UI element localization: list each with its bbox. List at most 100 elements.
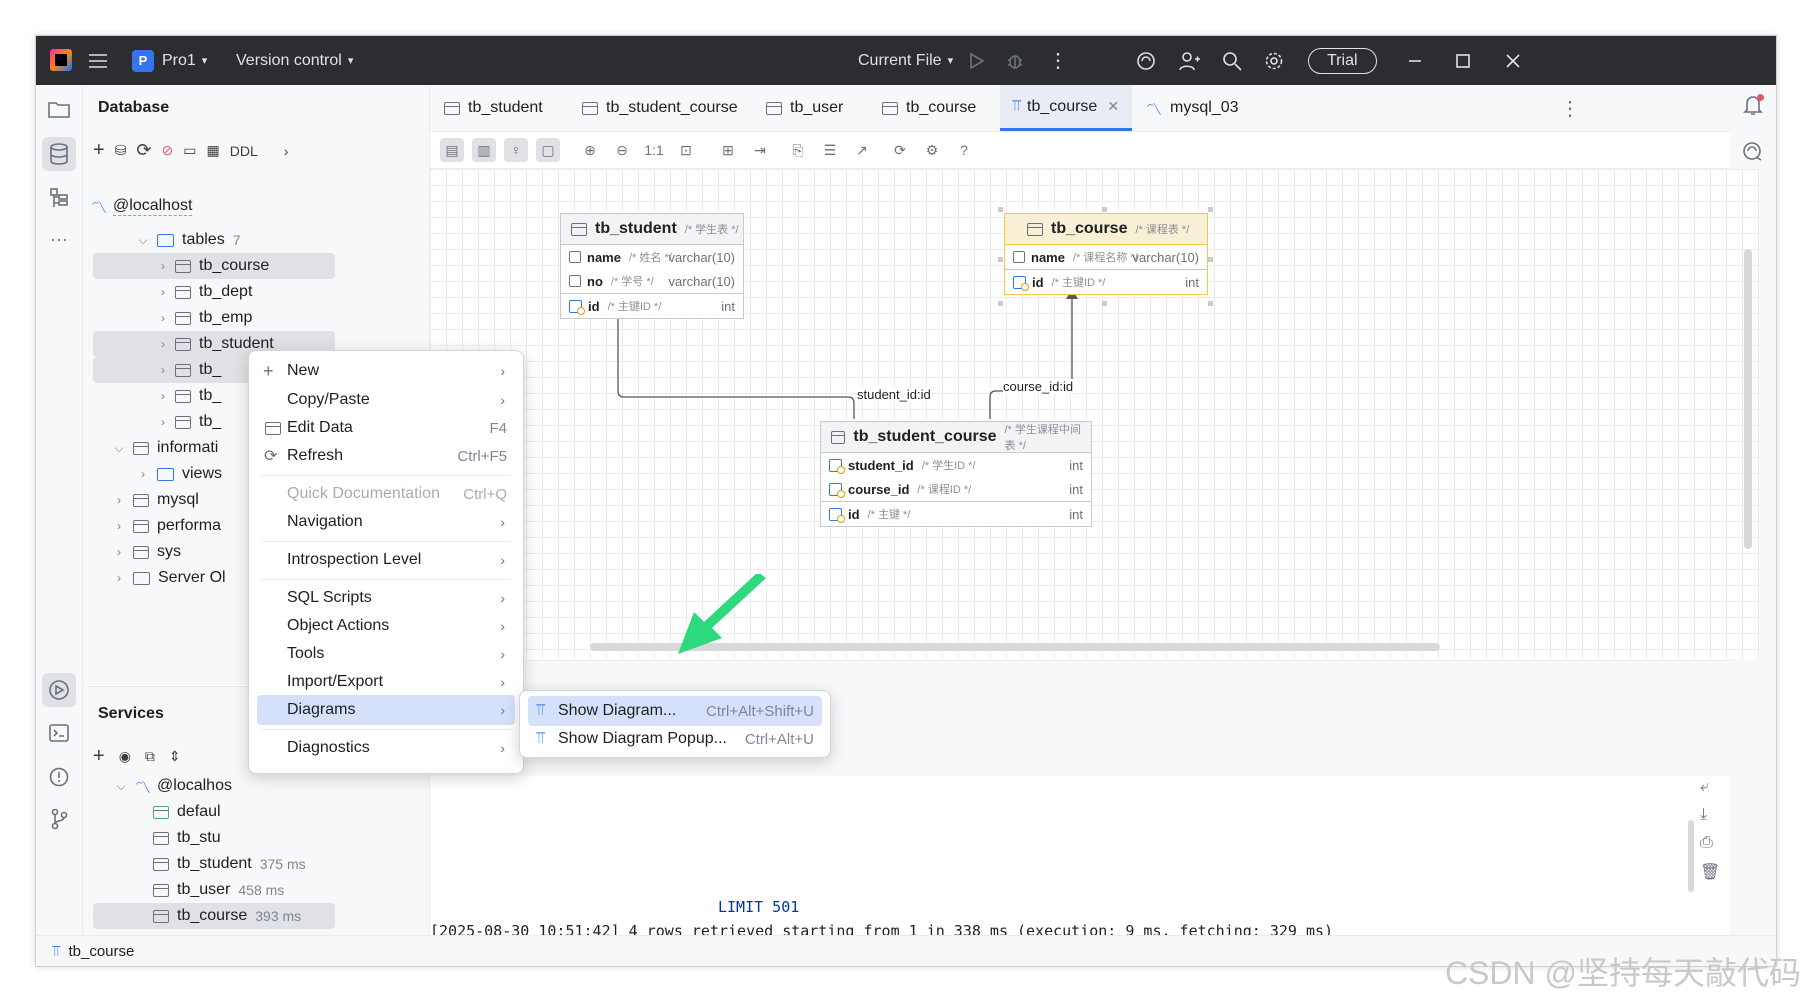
- debug-icon[interactable]: [1006, 36, 1024, 85]
- services-host[interactable]: ⌵ 〽 @localhos: [113, 773, 232, 799]
- tab-tb-student[interactable]: tb_student: [444, 85, 543, 131]
- minimize-icon[interactable]: [1408, 36, 1422, 85]
- problems-icon[interactable]: [45, 763, 73, 791]
- menu-item-edit-data[interactable]: Edit Data F4: [257, 413, 515, 443]
- run-config-selector[interactable]: Current File ▾: [858, 36, 953, 85]
- new-tab-icon[interactable]: ⧉: [145, 748, 155, 765]
- route-edges-icon[interactable]: ⇥: [748, 138, 772, 162]
- close-window-icon[interactable]: [1506, 36, 1520, 85]
- resize-handle[interactable]: [1208, 301, 1213, 306]
- services-icon[interactable]: [42, 673, 76, 707]
- soft-wrap-icon[interactable]: ⤶: [1700, 778, 1709, 796]
- tree-table-item[interactable]: › tb_dept: [93, 279, 252, 305]
- ai-assistant-icon[interactable]: [1136, 36, 1156, 85]
- table-view-icon[interactable]: ▦: [206, 142, 219, 159]
- menu-item-refresh[interactable]: ⟳ Refresh Ctrl+F5: [257, 441, 515, 471]
- database-icon[interactable]: [42, 137, 76, 171]
- settings-gear-icon[interactable]: [1264, 36, 1284, 85]
- resize-handle[interactable]: [998, 207, 1003, 212]
- zoom-out-icon[interactable]: ⊖: [610, 138, 634, 162]
- project-folder-icon[interactable]: [45, 95, 73, 123]
- tree-table-item[interactable]: › tb_course: [93, 253, 335, 279]
- menu-item-show-diagram-popup[interactable]: ⫪ Show Diagram Popup... Ctrl+Alt+U: [528, 724, 822, 754]
- services-session[interactable]: tb_user 458 ms: [153, 877, 284, 903]
- tree-schema-information[interactable]: ⌵ informati: [111, 435, 218, 461]
- tab-tb-user[interactable]: tb_user: [766, 85, 843, 131]
- jump-to-console-icon[interactable]: ▭: [183, 142, 196, 159]
- data-source-properties-icon[interactable]: ⛁: [115, 142, 127, 159]
- trial-button[interactable]: Trial: [1308, 36, 1377, 85]
- tab-tb-course-diagram[interactable]: ⫪ tb_course ✕: [1000, 85, 1132, 131]
- tree-server-objects[interactable]: › Server Ol: [111, 565, 226, 591]
- layout-icon[interactable]: ▤: [440, 138, 464, 162]
- add-icon[interactable]: +: [93, 139, 105, 162]
- menu-item-tools[interactable]: Tools ›: [257, 639, 515, 669]
- tree-schema-mysql[interactable]: › mysql: [111, 487, 199, 513]
- menu-item-new[interactable]: + New ›: [257, 356, 515, 386]
- refresh-icon[interactable]: ⟳: [136, 140, 151, 161]
- search-icon[interactable]: [1222, 36, 1242, 85]
- settings-icon[interactable]: ⚙: [920, 138, 944, 162]
- tab-mysql-03[interactable]: 〽 mysql_03: [1146, 85, 1239, 131]
- vertical-scrollbar[interactable]: [1744, 249, 1752, 549]
- structure-icon[interactable]: [45, 183, 73, 211]
- menu-item-diagrams[interactable]: Diagrams ›: [257, 695, 515, 725]
- tree-views-folder[interactable]: › views: [135, 461, 222, 487]
- diagram-canvas[interactable]: student_id:id course_id:id tb_student /* …: [430, 169, 1760, 659]
- refresh-icon[interactable]: ⟳: [888, 138, 912, 162]
- resize-handle[interactable]: [1102, 207, 1107, 212]
- zoom-in-icon[interactable]: ⊕: [578, 138, 602, 162]
- close-tab-icon[interactable]: ✕: [1107, 98, 1119, 115]
- main-menu-icon[interactable]: [88, 36, 108, 85]
- expand-collapse-icon[interactable]: ⇕: [169, 748, 181, 765]
- ddl-button[interactable]: DDL: [230, 143, 258, 159]
- menu-item-object-actions[interactable]: Object Actions ›: [257, 611, 515, 641]
- services-session[interactable]: tb_student 375 ms: [153, 851, 306, 877]
- tab-tb-student-course[interactable]: tb_student_course: [582, 85, 738, 131]
- entity-tb-student[interactable]: tb_student/* 学生表 */ name/* 姓名 */varchar(…: [560, 213, 744, 319]
- maximize-icon[interactable]: [1456, 36, 1470, 85]
- stop-icon[interactable]: ⊘: [162, 142, 174, 159]
- menu-item-show-diagram[interactable]: ⫪ Show Diagram... Ctrl+Alt+Shift+U: [528, 696, 822, 726]
- terminal-icon[interactable]: [45, 719, 73, 747]
- resize-handle[interactable]: [1208, 257, 1213, 262]
- git-icon[interactable]: [45, 805, 73, 833]
- export-icon[interactable]: ↗: [850, 138, 874, 162]
- menu-item-copy-paste[interactable]: Copy/Paste ›: [257, 385, 515, 415]
- project-widget[interactable]: P Pro1 ▾: [132, 36, 207, 85]
- tree-table-item[interactable]: › tb_: [93, 409, 221, 435]
- services-session[interactable]: tb_stu: [153, 825, 221, 851]
- add-icon[interactable]: +: [93, 745, 105, 768]
- more-actions-icon[interactable]: ⋮: [1048, 36, 1068, 85]
- help-button[interactable]: ?: [952, 138, 976, 162]
- run-icon[interactable]: [969, 36, 985, 85]
- tree-schema-sys[interactable]: › sys: [111, 539, 181, 565]
- services-session[interactable]: defaul: [153, 799, 221, 825]
- tree-host[interactable]: 〽 @localhost: [91, 193, 193, 219]
- actual-size-button[interactable]: 1:1: [642, 138, 666, 162]
- services-session[interactable]: tb_course 393 ms: [93, 903, 335, 929]
- comment-toggle-icon[interactable]: ▢: [536, 138, 560, 162]
- vcs-widget[interactable]: Version control ▾: [236, 36, 353, 85]
- add-user-icon[interactable]: [1178, 36, 1200, 85]
- tree-tables-folder[interactable]: ⌵ tables 7: [135, 227, 240, 253]
- columns-icon[interactable]: ▥: [472, 138, 496, 162]
- menu-item-diagnostics[interactable]: Diagnostics ›: [257, 733, 515, 763]
- notifications-bell-icon[interactable]: [1739, 91, 1767, 119]
- menu-item-sql-scripts[interactable]: SQL Scripts ›: [257, 583, 515, 613]
- copy-diagram-icon[interactable]: ⎘: [786, 138, 810, 162]
- status-breadcrumb[interactable]: tb_course: [68, 943, 134, 960]
- resize-handle[interactable]: [1102, 301, 1107, 306]
- eye-icon[interactable]: ◉: [119, 748, 131, 765]
- apply-layout-icon[interactable]: ⊞: [716, 138, 740, 162]
- console-scrollbar[interactable]: [1688, 820, 1694, 892]
- tree-schema-performance[interactable]: › performa: [111, 513, 221, 539]
- menu-item-quick-documentation[interactable]: Quick Documentation Ctrl+Q: [257, 479, 515, 509]
- tab-tb-course-table[interactable]: tb_course: [882, 85, 976, 131]
- entity-tb-course[interactable]: tb_course /* 课程表 */ name /* 课程名称 */varchar…: [1004, 213, 1208, 295]
- resize-handle[interactable]: [998, 301, 1003, 306]
- entity-tb-student-course[interactable]: tb_student_course /* 学生课程中间表 */ student_i…: [820, 421, 1092, 527]
- key-toggle-icon[interactable]: ♀: [504, 138, 528, 162]
- clear-trash-icon[interactable]: 🗑: [1700, 862, 1720, 882]
- chevron-right-icon[interactable]: ›: [284, 143, 289, 159]
